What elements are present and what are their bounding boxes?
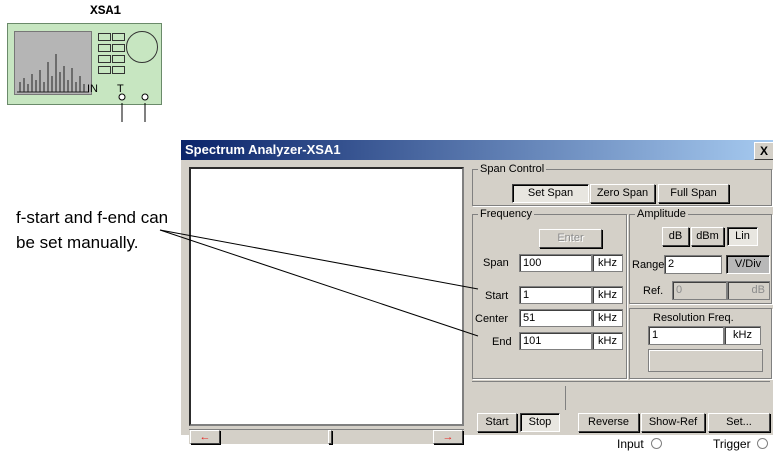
reverse-button[interactable]: Reverse — [578, 413, 639, 432]
span-unit[interactable]: kHz — [592, 254, 623, 272]
start-unit[interactable]: kHz — [592, 286, 623, 304]
scroll-right-button[interactable]: → — [433, 430, 463, 444]
scroll-thumb[interactable] — [328, 430, 332, 444]
set-button[interactable]: Set... — [708, 413, 770, 432]
zero-span-button[interactable]: Zero Span — [590, 184, 655, 203]
ref-unit[interactable]: dB — [727, 281, 770, 300]
spectrum-bars-icon — [17, 54, 89, 93]
knob-icon — [126, 31, 158, 63]
end-label: End — [492, 336, 512, 348]
center-input[interactable]: 51 — [519, 309, 592, 327]
spectrum-display — [189, 167, 464, 426]
resolution-input[interactable]: 1 — [648, 326, 724, 345]
range-input[interactable]: 2 — [664, 255, 722, 274]
span-control-legend: Span Control — [478, 163, 547, 175]
input-terminal-radio[interactable] — [651, 438, 662, 449]
end-unit[interactable]: kHz — [592, 332, 623, 350]
resolution-status — [648, 349, 763, 372]
enter-button[interactable]: Enter — [539, 229, 602, 248]
close-button[interactable]: X — [754, 142, 773, 160]
display-scrollbar[interactable] — [189, 429, 464, 444]
terminal-in-label: IN — [87, 83, 98, 95]
amplitude-legend: Amplitude — [635, 208, 688, 220]
separator — [472, 381, 770, 382]
trigger-terminal-radio[interactable] — [757, 438, 768, 449]
spectrum-analyzer-instrument[interactable]: IN T — [7, 23, 162, 105]
start-button[interactable]: Start — [477, 413, 517, 432]
start-input[interactable]: 1 — [519, 286, 592, 304]
resolution-unit[interactable]: kHz — [724, 326, 761, 345]
set-span-button[interactable]: Set Span — [512, 184, 589, 203]
frequency-legend: Frequency — [478, 208, 534, 220]
instrument-button — [112, 55, 125, 63]
terminal-t-label: T — [117, 83, 124, 95]
annotation-text: f-start and f-end can be set manually. — [16, 208, 169, 252]
title-bar[interactable]: Spectrum Analyzer-XSA1 X — [181, 140, 773, 160]
span-input[interactable]: 100 — [519, 254, 592, 272]
instrument-button — [98, 55, 111, 63]
range-unit-button[interactable]: V/Div — [726, 255, 770, 274]
input-label: Input — [617, 437, 644, 451]
instrument-screen — [14, 31, 92, 95]
ref-input[interactable]: 0 — [672, 281, 727, 300]
db-button[interactable]: dB — [662, 227, 689, 246]
span-label: Span — [483, 257, 509, 269]
separator — [565, 386, 566, 410]
resolution-legend: Resolution Freq. — [653, 312, 734, 324]
scroll-left-button[interactable]: ← — [190, 430, 220, 444]
instrument-button — [98, 33, 111, 41]
instrument-button — [98, 44, 111, 52]
window-title: Spectrum Analyzer-XSA1 — [185, 142, 341, 157]
instrument-button — [112, 33, 125, 41]
show-ref-button[interactable]: Show-Ref — [641, 413, 705, 432]
instrument-button — [98, 66, 111, 74]
start-label: Start — [485, 290, 509, 302]
instrument-button — [112, 66, 125, 74]
spectrum-analyzer-window: Spectrum Analyzer-XSA1 X Span Control Se… — [181, 140, 773, 451]
range-label: Range — [632, 259, 665, 271]
trigger-label: Trigger — [713, 437, 751, 451]
end-input[interactable]: 101 — [519, 332, 592, 350]
lin-button[interactable]: Lin — [727, 227, 758, 246]
center-unit[interactable]: kHz — [592, 309, 623, 327]
instrument-label: XSA1 — [90, 3, 122, 18]
center-label: Center — [475, 313, 509, 325]
ref-label: Ref. — [643, 285, 664, 297]
instrument-button — [112, 44, 125, 52]
full-span-button[interactable]: Full Span — [658, 184, 729, 203]
stop-button[interactable]: Stop — [520, 413, 560, 432]
dbm-button[interactable]: dBm — [691, 227, 724, 246]
